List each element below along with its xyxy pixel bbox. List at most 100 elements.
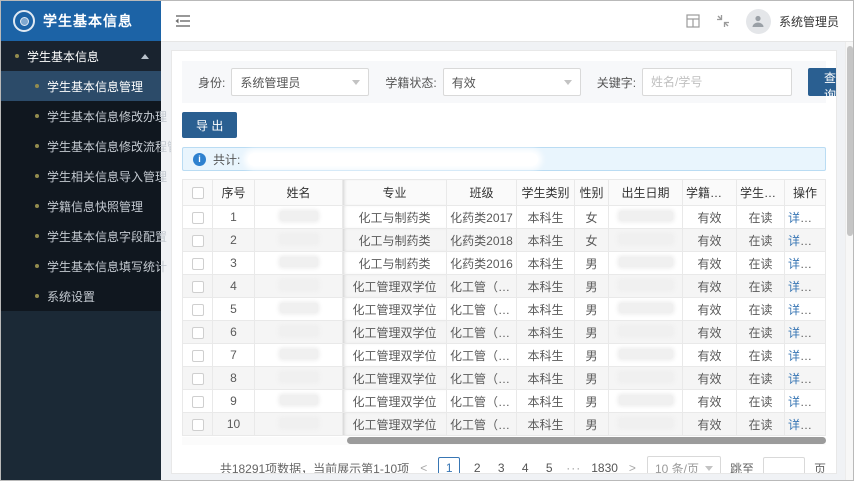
jump-page-input[interactable] [763, 457, 805, 475]
bullet-icon [35, 174, 39, 178]
row-checkbox[interactable] [192, 281, 204, 293]
menu-fold-icon[interactable] [175, 14, 191, 28]
column-header[interactable]: 学生状态 [737, 180, 785, 206]
select-all-checkbox[interactable] [192, 187, 204, 199]
cell-category: 本科生 [517, 344, 575, 367]
prev-page-button[interactable]: < [418, 461, 429, 474]
search-button[interactable]: 查 询 [808, 68, 837, 96]
detail-link[interactable]: 详情 [788, 395, 812, 409]
column-header[interactable]: 学籍状态 [683, 180, 737, 206]
vertical-scrollbar[interactable] [845, 42, 853, 480]
detail-link[interactable]: 详情 [788, 349, 812, 363]
detail-link[interactable]: 详情 [788, 257, 812, 271]
detail-link[interactable]: 详情 [788, 418, 812, 432]
cell-name [255, 275, 343, 298]
cell-actions: 详情修改 [785, 206, 826, 229]
cell-name [255, 413, 343, 436]
keyword-label: 关键字: [597, 74, 636, 91]
identity-select[interactable]: 系统管理员 [231, 68, 369, 96]
user-name[interactable]: 系统管理员 [779, 13, 839, 30]
sidebar-item[interactable]: 学生基本信息填写统计 [1, 251, 161, 281]
page-button[interactable]: 4 [518, 461, 532, 474]
chevron-down-icon [352, 80, 360, 85]
sidebar-item[interactable]: 学生基本信息修改办理 [1, 101, 161, 131]
horizontal-scrollbar-thumb[interactable] [347, 437, 826, 444]
detail-link[interactable]: 详情 [788, 372, 812, 386]
redacted-name [280, 211, 318, 221]
cell-birth-date [609, 229, 683, 252]
user-avatar[interactable] [746, 9, 771, 34]
column-header[interactable]: 姓名 [255, 180, 343, 206]
detail-link[interactable]: 详情 [788, 280, 812, 294]
next-page-button[interactable]: > [627, 461, 638, 474]
chevron-down-icon [705, 466, 713, 471]
cell-category: 本科生 [517, 413, 575, 436]
row-checkbox[interactable] [192, 419, 204, 431]
bullet-icon [35, 264, 39, 268]
content-area: 身份: 系统管理员 学籍状态: 有效 关键字 [161, 42, 845, 480]
sidebar-item[interactable]: 学籍信息快照管理 [1, 191, 161, 221]
logo-bar: 学生基本信息 [1, 1, 161, 41]
redacted-name [280, 326, 318, 336]
page-button[interactable]: 2 [470, 461, 484, 474]
chevron-down-icon [564, 80, 572, 85]
cell-student-status: 在读 [737, 390, 785, 413]
page-button[interactable]: 3 [494, 461, 508, 474]
sidebar-item[interactable]: 系统设置 [1, 281, 161, 311]
page-size-select[interactable]: 10 条/页 [647, 456, 721, 474]
row-checkbox[interactable] [192, 396, 204, 408]
keyword-input[interactable] [642, 68, 792, 96]
detail-link[interactable]: 详情 [788, 303, 812, 317]
page-button[interactable]: ··· [566, 461, 581, 474]
column-header[interactable]: 序号 [213, 180, 255, 206]
page-button[interactable]: 1830 [591, 461, 618, 474]
fullscreen-icon[interactable] [716, 14, 730, 28]
page-size-value: 10 条/页 [655, 460, 699, 475]
table-row: 2 化工与制药类 化药类2018 本科生 女 有效 在读 详情修改 [183, 229, 826, 252]
column-header[interactable]: 学生类别 [517, 180, 575, 206]
cell-index: 8 [213, 367, 255, 390]
cell-birth-date [609, 252, 683, 275]
redacted-birth-date [619, 326, 673, 336]
row-select-cell [183, 298, 213, 321]
page-button[interactable]: 1 [438, 457, 460, 474]
page-button[interactable]: 5 [542, 461, 556, 474]
column-header[interactable]: 出生日期 [609, 180, 683, 206]
topbar-right: 系统管理员 [686, 9, 839, 34]
row-checkbox[interactable] [192, 373, 204, 385]
divider [818, 305, 819, 316]
sidebar-item-label: 学生相关信息导入管理 [47, 168, 167, 185]
export-button[interactable]: 导 出 [182, 112, 237, 138]
row-checkbox[interactable] [192, 235, 204, 247]
row-checkbox[interactable] [192, 212, 204, 224]
cell-status: 有效 [683, 367, 737, 390]
cell-actions: 详情修改 [785, 321, 826, 344]
sidebar-item[interactable]: 学生基本信息管理 [1, 71, 161, 101]
row-checkbox[interactable] [192, 304, 204, 316]
table-row: 7 化工管理双学位 化工管（双... 本科生 男 有效 在读 详情修改 [183, 344, 826, 367]
row-checkbox[interactable] [192, 327, 204, 339]
cell-student-status: 在读 [737, 252, 785, 275]
column-header[interactable]: 专业 [343, 180, 447, 206]
detail-link[interactable]: 详情 [788, 326, 812, 340]
content-panel: 身份: 系统管理员 学籍状态: 有效 关键字 [171, 50, 837, 474]
sidebar-item[interactable]: 学生相关信息导入管理 [1, 161, 161, 191]
column-header[interactable]: 操作 [785, 180, 826, 206]
cell-status: 有效 [683, 229, 737, 252]
cell-student-status: 在读 [737, 206, 785, 229]
cell-category: 本科生 [517, 206, 575, 229]
column-header[interactable]: 性别 [575, 180, 609, 206]
column-header[interactable]: 班级 [447, 180, 517, 206]
sidebar-group-student-info[interactable]: 学生基本信息 [1, 41, 161, 71]
vertical-scrollbar-thumb[interactable] [847, 46, 853, 236]
row-checkbox[interactable] [192, 258, 204, 270]
layout-grid-icon[interactable] [686, 14, 700, 28]
horizontal-scrollbar[interactable] [182, 437, 826, 445]
sidebar-item[interactable]: 学生基本信息字段配置 [1, 221, 161, 251]
status-select[interactable]: 有效 [443, 68, 581, 96]
detail-link[interactable]: 详情 [788, 234, 812, 248]
sidebar-item[interactable]: 学生基本信息修改流程管理 [1, 131, 161, 161]
detail-link[interactable]: 详情 [788, 211, 812, 225]
cell-status: 有效 [683, 252, 737, 275]
row-checkbox[interactable] [192, 350, 204, 362]
